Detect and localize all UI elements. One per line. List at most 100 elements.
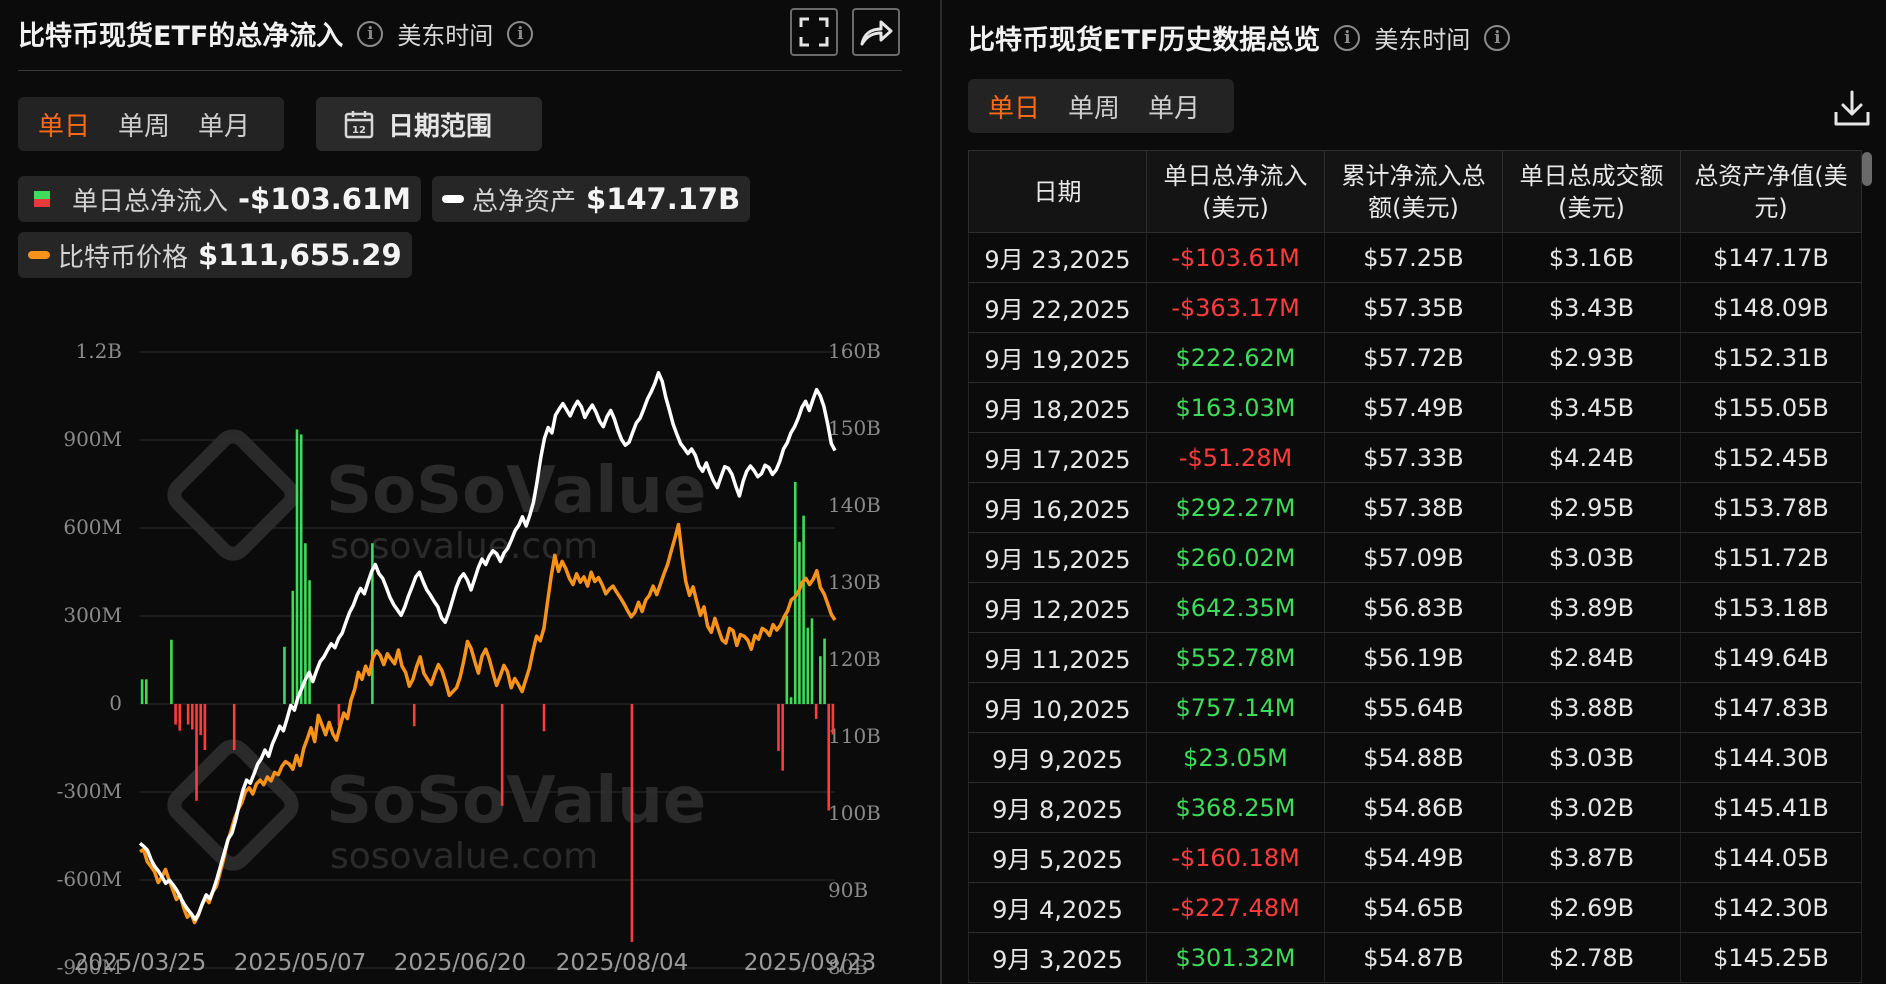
value-cell: $57.25B — [1325, 233, 1503, 283]
inflow-bar — [300, 434, 303, 704]
value-cell: $3.16B — [1503, 233, 1681, 283]
value-cell: $2.69B — [1503, 883, 1681, 933]
column-header[interactable]: 总资产净值(美元) — [1681, 151, 1862, 233]
date-cell: 9月 22,2025 — [969, 283, 1147, 333]
value-cell: $757.14M — [1147, 683, 1325, 733]
inflow-bar — [191, 704, 194, 730]
table-row[interactable]: 9月 10,2025$757.14M$55.64B$3.88B$147.83B — [969, 683, 1862, 733]
value-cell: $368.25M — [1147, 783, 1325, 833]
table-body: 9月 23,2025-$103.61M$57.25B$3.16B$147.17B… — [969, 233, 1862, 983]
inflow-bar — [802, 516, 805, 704]
table-row[interactable]: 9月 19,2025$222.62M$57.72B$2.93B$152.31B — [969, 333, 1862, 383]
value-cell: $3.43B — [1503, 283, 1681, 333]
tab-daily[interactable]: 单日 — [24, 106, 104, 143]
table-row[interactable]: 9月 18,2025$163.03M$57.49B$3.45B$155.05B — [969, 383, 1862, 433]
watermark-url: sosovalue.com — [330, 836, 598, 877]
value-cell: $152.31B — [1681, 333, 1862, 383]
inflow-bar — [204, 704, 207, 750]
inflow-bar — [283, 647, 286, 704]
inflow-bar — [543, 704, 546, 731]
value-cell: $54.49B — [1325, 833, 1503, 883]
info-icon[interactable]: i — [1334, 25, 1360, 51]
value-cell: $3.03B — [1503, 533, 1681, 583]
date-range-button[interactable]: 12 日期范围 — [316, 97, 542, 151]
table-row[interactable]: 9月 11,2025$552.78M$56.19B$2.84B$149.64B — [969, 633, 1862, 683]
share-button[interactable] — [852, 8, 900, 56]
history-panel-title: 比特币现货ETF历史数据总览 — [968, 18, 1320, 57]
value-cell: $222.62M — [1147, 333, 1325, 383]
download-button[interactable] — [1832, 88, 1872, 132]
table-row[interactable]: 9月 23,2025-$103.61M$57.25B$3.16B$147.17B — [969, 233, 1862, 283]
y-tick-label: 1.2B — [75, 339, 122, 363]
column-header[interactable]: 累计净流入总额(美元) — [1325, 151, 1503, 233]
tab-daily[interactable]: 单日 — [974, 88, 1054, 125]
inflow-bar — [308, 580, 311, 704]
table-row[interactable]: 9月 15,2025$260.02M$57.09B$3.03B$151.72B — [969, 533, 1862, 583]
watermark-brand: SoSoValue — [326, 454, 706, 528]
fullscreen-button[interactable] — [790, 8, 838, 56]
column-header[interactable]: 单日总成交额(美元) — [1503, 151, 1681, 233]
value-cell: $144.05B — [1681, 833, 1862, 883]
header-divider — [18, 70, 902, 71]
value-cell: $301.32M — [1147, 933, 1325, 983]
inflow-bar — [806, 628, 809, 704]
inflow-bar — [798, 542, 801, 704]
inflow-bar — [174, 704, 177, 725]
value-cell: $54.65B — [1325, 883, 1503, 933]
inflow-bar — [827, 704, 830, 810]
info-icon[interactable]: i — [1484, 25, 1510, 51]
value-cell: $3.03B — [1503, 733, 1681, 783]
tab-monthly[interactable]: 单月 — [1134, 88, 1214, 125]
value-cell: $3.45B — [1503, 383, 1681, 433]
tab-weekly[interactable]: 单周 — [1054, 88, 1134, 125]
inflow-bar — [501, 704, 504, 806]
legend-assets-value: $147.17B — [586, 182, 740, 216]
table-row[interactable]: 9月 12,2025$642.35M$56.83B$3.89B$153.18B — [969, 583, 1862, 633]
date-cell: 9月 11,2025 — [969, 633, 1147, 683]
table-row[interactable]: 9月 3,2025$301.32M$54.87B$2.78B$145.25B — [969, 933, 1862, 983]
net-inflow-chart[interactable]: SoSoValuesosovalue.comSoSoValuesosovalue… — [0, 320, 920, 984]
value-cell: -$227.48M — [1147, 883, 1325, 933]
value-cell: $54.87B — [1325, 933, 1503, 983]
value-cell: $642.35M — [1147, 583, 1325, 633]
column-header[interactable]: 单日总净流入(美元) — [1147, 151, 1325, 233]
legend-net-inflow[interactable]: 单日总净流入 -$103.61M — [18, 176, 421, 222]
value-cell: $147.17B — [1681, 233, 1862, 283]
value-cell: $145.25B — [1681, 933, 1862, 983]
value-cell: $153.18B — [1681, 583, 1862, 633]
value-cell: $144.30B — [1681, 733, 1862, 783]
table-row[interactable]: 9月 5,2025-$160.18M$54.49B$3.87B$144.05B — [969, 833, 1862, 883]
value-cell: $57.49B — [1325, 383, 1503, 433]
value-cell: $56.83B — [1325, 583, 1503, 633]
tab-weekly[interactable]: 单周 — [104, 106, 184, 143]
inflow-bar — [292, 591, 295, 704]
inflow-bar — [819, 656, 822, 704]
value-cell: $153.78B — [1681, 483, 1862, 533]
date-cell: 9月 15,2025 — [969, 533, 1147, 583]
legend-flow-value: -$103.61M — [238, 182, 411, 216]
y-tick-label: 900M — [63, 427, 122, 451]
app-root: 比特币现货ETF的总净流入 i 美东时间 i 单日 单周 单月 — [0, 0, 1886, 984]
tab-monthly[interactable]: 单月 — [184, 106, 264, 143]
table-row[interactable]: 9月 17,2025-$51.28M$57.33B$4.24B$152.45B — [969, 433, 1862, 483]
table-scrollbar[interactable] — [1862, 152, 1872, 186]
table-row[interactable]: 9月 4,2025-$227.48M$54.65B$2.69B$142.30B — [969, 883, 1862, 933]
value-cell: $2.78B — [1503, 933, 1681, 983]
table-row[interactable]: 9月 8,2025$368.25M$54.86B$3.02B$145.41B — [969, 783, 1862, 833]
info-icon[interactable]: i — [507, 21, 533, 47]
inflow-bar — [811, 618, 814, 704]
value-cell: $292.27M — [1147, 483, 1325, 533]
table-row[interactable]: 9月 22,2025-$363.17M$57.35B$3.43B$148.09B — [969, 283, 1862, 333]
value-cell: $57.09B — [1325, 533, 1503, 583]
table-header-row: 日期 单日总净流入(美元) 累计净流入总额(美元) 单日总成交额(美元) 总资产… — [969, 151, 1862, 233]
table-row[interactable]: 9月 16,2025$292.27M$57.38B$2.95B$153.78B — [969, 483, 1862, 533]
legend-total-assets[interactable]: 总净资产 $147.17B — [432, 176, 750, 222]
column-header[interactable]: 日期 — [969, 151, 1147, 233]
table-row[interactable]: 9月 9,2025$23.05M$54.88B$3.03B$144.30B — [969, 733, 1862, 783]
value-cell: $155.05B — [1681, 383, 1862, 433]
y2-tick-label: 150B — [828, 416, 881, 440]
value-cell: $149.64B — [1681, 633, 1862, 683]
legend-btc-price[interactable]: 比特币价格 $111,655.29 — [18, 232, 412, 278]
info-icon[interactable]: i — [357, 21, 383, 47]
date-cell: 9月 10,2025 — [969, 683, 1147, 733]
